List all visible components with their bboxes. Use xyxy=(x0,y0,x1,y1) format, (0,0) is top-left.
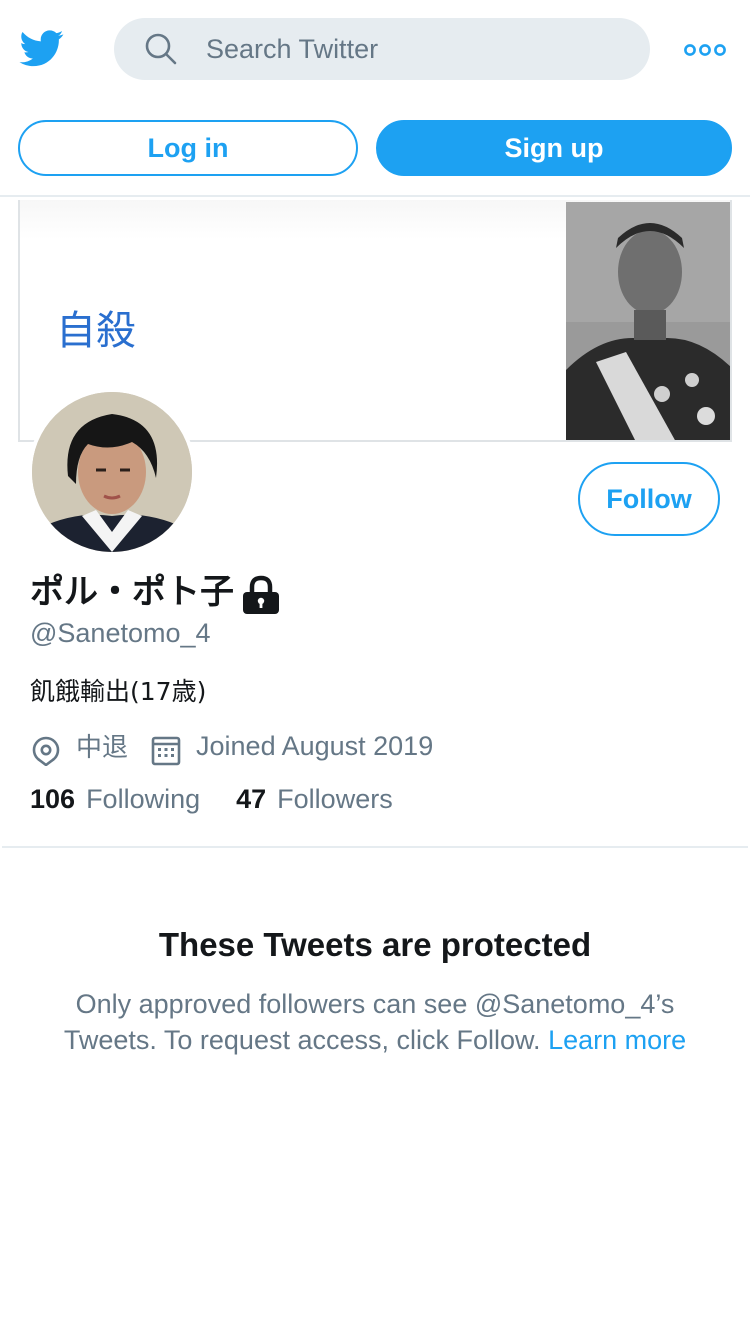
followers-count: 47 xyxy=(236,784,267,814)
top-bar xyxy=(0,0,750,100)
twitter-bird-icon[interactable] xyxy=(18,26,66,70)
location-text: 中退 xyxy=(76,732,129,763)
following-label: Following xyxy=(86,784,201,814)
more-options-icon[interactable] xyxy=(682,30,728,70)
search-bar[interactable] xyxy=(114,18,650,80)
followers-stat[interactable]: 47 Followers xyxy=(236,784,393,820)
search-icon xyxy=(145,33,177,65)
banner-text: 自殺 xyxy=(56,308,136,354)
profile-stats: 106 Following 47 Followers xyxy=(30,784,429,820)
user-bio: 飢餓輸出(17歳) xyxy=(30,677,207,706)
user-handle: @Sanetomo_4 xyxy=(30,618,211,648)
learn-more-link[interactable]: Learn more xyxy=(548,1025,686,1055)
location-icon xyxy=(32,736,60,766)
lock-icon xyxy=(243,575,279,614)
search-input[interactable] xyxy=(206,18,626,80)
protected-message: Only approved followers can see @Sanetom… xyxy=(30,986,720,1058)
avatar[interactable] xyxy=(28,388,196,556)
profile-meta: 中退 Joined August 2019 xyxy=(30,726,433,766)
name-row: ポル・ポト子 xyxy=(30,564,282,614)
banner-portrait-image xyxy=(566,202,730,440)
signup-button[interactable]: Sign up xyxy=(376,120,732,176)
login-button[interactable]: Log in xyxy=(18,120,358,176)
following-stat[interactable]: 106 Following xyxy=(30,784,200,820)
follow-button[interactable]: Follow xyxy=(578,462,720,536)
auth-bar: Log in Sign up xyxy=(0,100,750,197)
followers-label: Followers xyxy=(277,784,393,814)
divider xyxy=(2,846,748,848)
following-count: 106 xyxy=(30,784,76,814)
avatar-photo xyxy=(32,392,192,552)
protected-title: These Tweets are protected xyxy=(158,926,592,963)
display-name: ポル・ポト子 xyxy=(30,571,234,612)
joined-date: Joined August 2019 xyxy=(196,730,434,761)
calendar-icon xyxy=(151,736,181,766)
